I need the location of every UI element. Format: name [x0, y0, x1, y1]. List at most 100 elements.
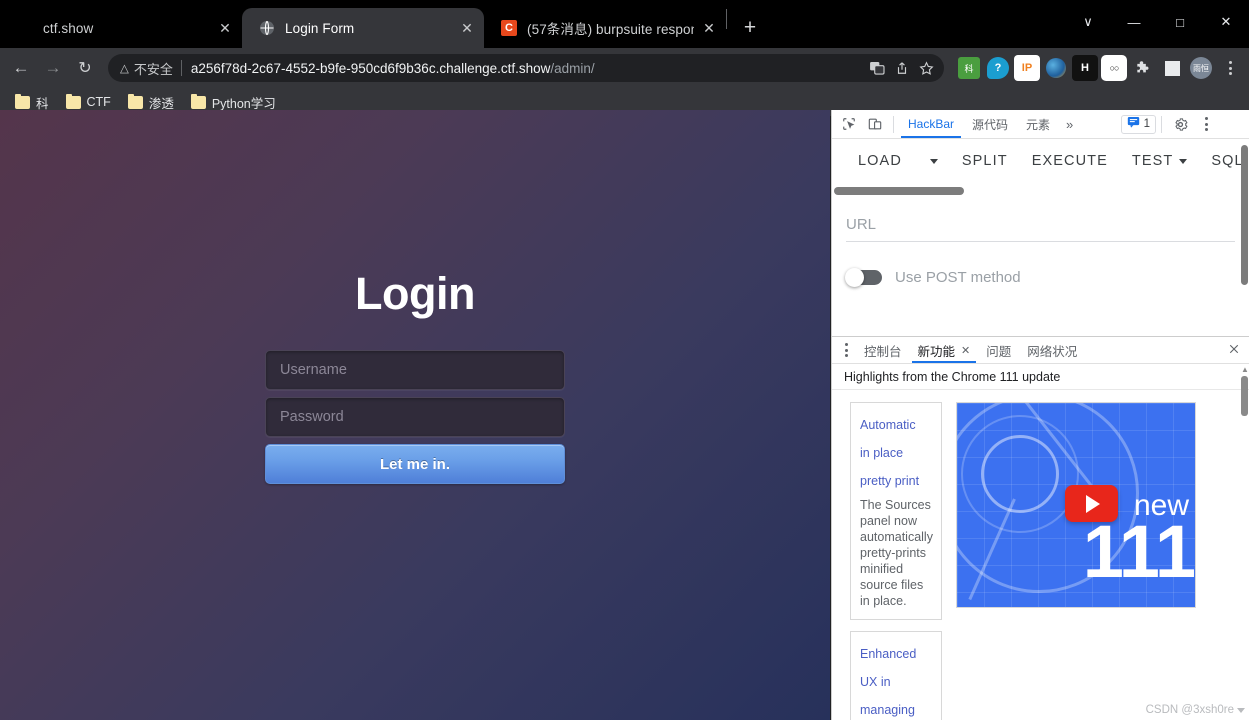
chrome-menu-icon[interactable]: [1217, 61, 1243, 75]
extension-puzzle-icon[interactable]: [1130, 55, 1156, 81]
hackbar-split-button[interactable]: SPLIT: [950, 153, 1020, 169]
globe-icon: [258, 19, 276, 37]
post-method-toggle[interactable]: [845, 268, 882, 287]
extension-oo-label: ○○: [1109, 63, 1120, 73]
tab-close-button[interactable]: ✕: [216, 19, 234, 37]
hackbar-test-button[interactable]: TEST: [1120, 153, 1199, 169]
kebab-menu-icon[interactable]: [1193, 111, 1219, 137]
whats-new-scrollbar[interactable]: ▲: [1240, 364, 1249, 720]
omnibox-divider: [180, 60, 182, 76]
drawer-tab-network-conditions[interactable]: 网络状况: [1019, 337, 1085, 363]
hackbar-execute-button[interactable]: EXECUTE: [1020, 153, 1120, 169]
devtools-panel: HackBar 源代码 元素 » 1 close-icon LOAD: [831, 110, 1249, 720]
scrollbar-thumb[interactable]: [834, 187, 964, 195]
whats-new-link-line[interactable]: Automatic: [860, 411, 932, 439]
navigation-toolbar: ← → ↻ △ 不安全 a256f78d-2c67-4552-b9fe-950c…: [0, 48, 1249, 88]
browser-tab-ctf-show[interactable]: ctf.show ✕: [0, 8, 242, 48]
hackbar-vertical-scrollbar[interactable]: [1241, 139, 1249, 346]
devtools-tab-sources[interactable]: 源代码: [963, 110, 1017, 138]
submit-button-label: Let me in.: [379, 455, 450, 473]
extension-ip-icon[interactable]: IP: [1014, 55, 1040, 81]
hackbar-url-input[interactable]: URL: [846, 200, 1235, 241]
address-bar[interactable]: △ 不安全 a256f78d-2c67-4552-b9fe-950cd6f9b3…: [108, 54, 944, 82]
bookmark-item-1[interactable]: CTF: [59, 92, 118, 112]
reload-button[interactable]: ↻: [70, 53, 100, 83]
tab-title: Login Form: [285, 20, 355, 36]
forward-button[interactable]: →: [38, 53, 68, 83]
hackbar-load-button[interactable]: LOAD: [846, 153, 914, 169]
extension-globe-graphic: [1046, 58, 1066, 78]
browser-tab-login-form[interactable]: Login Form ✕: [242, 8, 484, 48]
new-tab-button[interactable]: +: [735, 13, 765, 43]
extensions-strip: 科 ? IP H ○○ 雨恒: [952, 55, 1243, 81]
extension-h-icon[interactable]: H: [1072, 55, 1098, 81]
csdn-icon: C: [500, 19, 518, 37]
back-button[interactable]: ←: [6, 53, 36, 83]
inspect-element-icon[interactable]: [836, 111, 862, 137]
extension-oo-icon[interactable]: ○○: [1101, 55, 1127, 81]
scrollbar-thumb[interactable]: [1241, 376, 1248, 416]
device-toolbar-icon[interactable]: [862, 111, 888, 137]
whats-new-link-line[interactable]: in place: [860, 439, 932, 467]
scroll-up-arrow-icon[interactable]: ▲: [1241, 365, 1249, 374]
password-input[interactable]: Password: [265, 397, 565, 437]
drawer-close-icon[interactable]: [1219, 343, 1249, 358]
hackbar-horizontal-scrollbar[interactable]: [832, 183, 1249, 200]
drawer-tab-label: 控制台: [864, 344, 902, 359]
whats-new-link-line[interactable]: managing: [860, 696, 932, 720]
bookmark-label: 渗透: [148, 96, 174, 111]
share-icon[interactable]: [895, 61, 909, 75]
drawer-tab-label: 问题: [986, 344, 1012, 359]
whats-new-body: Automatic in place pretty print The Sour…: [832, 390, 1249, 720]
page-title: Login: [355, 268, 475, 319]
thumbnail-badge-version: 111: [1082, 510, 1195, 593]
devtools-drawer: 控制台 新功能 ✕ 问题 网络状况 Highlights from the Ch…: [832, 336, 1249, 720]
translate-icon[interactable]: [870, 61, 885, 75]
devtools-toolbar: HackBar 源代码 元素 » 1 close-icon: [832, 110, 1249, 139]
extension-kexue-icon[interactable]: 科: [956, 55, 982, 81]
tab-close-button[interactable]: ✕: [458, 19, 476, 37]
devtools-tab-elements[interactable]: 元素: [1017, 110, 1059, 138]
whats-new-link-line[interactable]: pretty print: [860, 467, 932, 495]
folder-icon: [127, 93, 143, 109]
chrome-logo-ring-inner: [981, 435, 1059, 513]
folder-icon: [15, 93, 30, 109]
devtools-tab-hackbar[interactable]: HackBar: [899, 110, 963, 138]
hackbar-load-dropdown[interactable]: [918, 158, 950, 164]
drawer-menu-icon[interactable]: [836, 337, 856, 363]
username-input[interactable]: Username: [265, 350, 565, 390]
folder-icon: [65, 93, 81, 109]
submit-button[interactable]: Let me in.: [265, 444, 565, 484]
post-method-label: Use POST method: [895, 269, 1021, 286]
close-window-button[interactable]: ✕: [1203, 0, 1249, 44]
whats-new-link-line[interactable]: Enhanced: [860, 640, 932, 668]
drawer-tab-label: 网络状况: [1027, 344, 1078, 359]
star-icon[interactable]: [919, 60, 934, 76]
drawer-tab-whats-new[interactable]: 新功能 ✕: [910, 337, 979, 363]
maximize-button[interactable]: □: [1157, 0, 1203, 44]
tab-close-button[interactable]: ✕: [700, 19, 718, 37]
drawer-tab-issues[interactable]: 问题: [978, 337, 1019, 363]
close-icon[interactable]: close-icon: [1219, 111, 1245, 137]
more-tabs-icon[interactable]: »: [1059, 117, 1080, 132]
drawer-tab-console[interactable]: 控制台: [856, 337, 910, 363]
whats-new-description: The Sources panel now automatically pret…: [860, 498, 933, 608]
whats-new-thumbnail[interactable]: new 111: [956, 402, 1196, 608]
drawer-tab-close-icon[interactable]: ✕: [961, 344, 970, 357]
issues-badge[interactable]: 1: [1120, 114, 1156, 134]
issues-count: 1: [1143, 118, 1150, 130]
browser-tab-burpsuite-response[interactable]: C (57条消息) burpsuite response ✕: [484, 8, 726, 48]
extension-square-icon[interactable]: [1159, 55, 1185, 81]
toolbar-divider: [893, 115, 894, 133]
scrollbar-thumb[interactable]: [1241, 145, 1248, 285]
whats-new-item: Automatic in place pretty print The Sour…: [850, 402, 1249, 620]
gear-icon[interactable]: [1167, 111, 1193, 137]
extension-question-icon[interactable]: ?: [985, 55, 1011, 81]
minimize-button[interactable]: —: [1111, 0, 1157, 44]
tab-search-button[interactable]: ∨: [1065, 0, 1111, 44]
extension-yuheng-icon[interactable]: 雨恒: [1188, 55, 1214, 81]
issues-icon: [1127, 115, 1140, 133]
whats-new-link-line[interactable]: UX in: [860, 668, 932, 696]
extension-globe-icon[interactable]: [1043, 55, 1069, 81]
bookmark-label: CTF: [86, 95, 111, 109]
